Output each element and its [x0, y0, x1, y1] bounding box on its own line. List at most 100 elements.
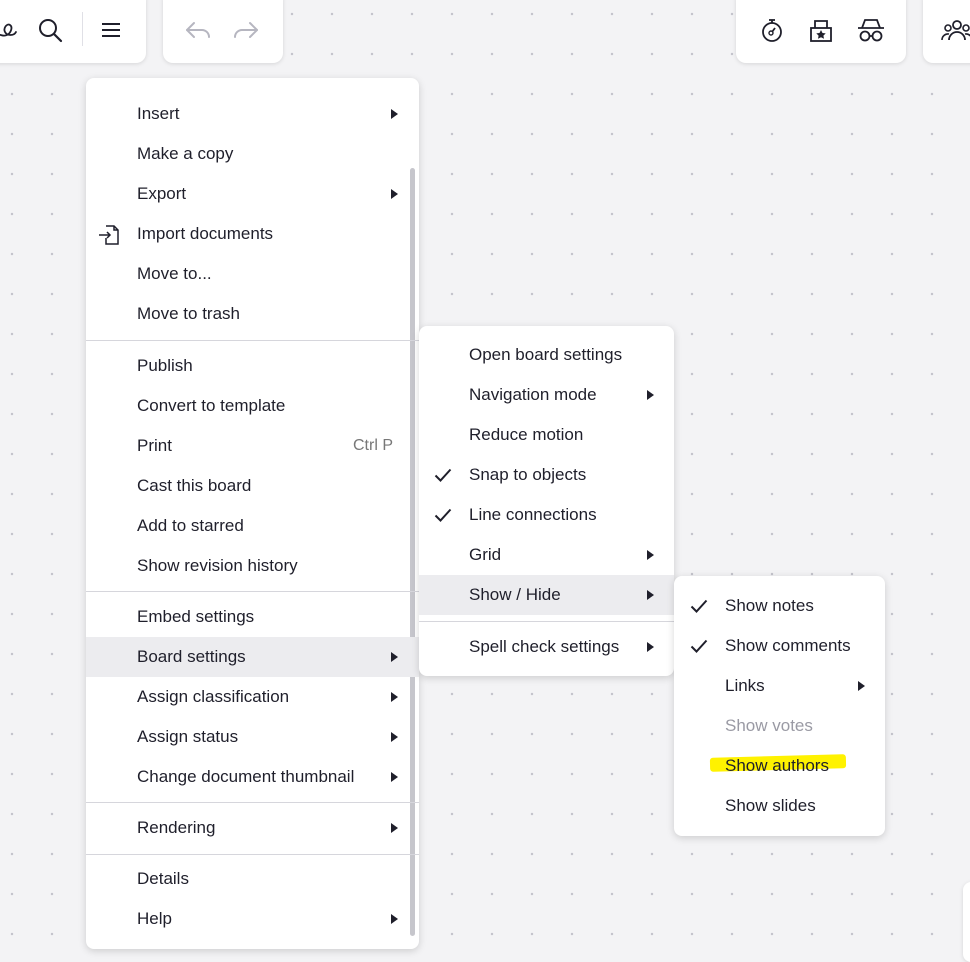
menu-item-make-a-copy[interactable]: Make a copy: [86, 134, 419, 174]
menu-item-label: Grid: [469, 545, 502, 564]
submenu-arrow-icon: [391, 189, 398, 199]
menu-item-label: Open board settings: [469, 345, 623, 364]
menu-item-label: Snap to objects: [469, 465, 587, 484]
menu-item-label: Show revision history: [137, 556, 298, 575]
main-menu: Insert Make a copy Export Import documen…: [86, 78, 419, 949]
menu-item-label: Publish: [137, 356, 193, 375]
menu-item-label: Show slides: [725, 796, 816, 815]
submenu-arrow-icon: [391, 823, 398, 833]
menu-item-label: Spell check settings: [469, 637, 620, 656]
menu-item-embed-settings[interactable]: Embed settings: [86, 597, 419, 637]
menu-item-label: Move to...: [137, 264, 212, 283]
search-icon[interactable]: [32, 12, 68, 48]
menu-item-snap-to-objects[interactable]: Snap to objects: [419, 455, 674, 495]
menu-item-label: Reduce motion: [469, 425, 584, 444]
brush-icon[interactable]: [0, 12, 22, 48]
timer-icon[interactable]: [754, 12, 790, 48]
menu-item-label: Assign status: [137, 727, 239, 746]
menu-item-label: Print: [137, 436, 172, 455]
menu-item-show-comments[interactable]: Show comments: [674, 626, 885, 666]
menu-item-label: Links: [725, 676, 765, 695]
collaboration-tools-toolbar: [736, 0, 906, 63]
menu-divider: [86, 591, 419, 592]
submenu-arrow-icon: [647, 642, 654, 652]
submenu-arrow-icon: [391, 732, 398, 742]
minimap-panel-edge: [963, 882, 970, 962]
undo-icon[interactable]: [181, 12, 215, 48]
menu-item-import-documents[interactable]: Import documents: [86, 214, 419, 254]
menu-item-print[interactable]: Print Ctrl P: [86, 426, 419, 466]
redo-icon[interactable]: [229, 12, 263, 48]
menu-item-spell-check-settings[interactable]: Spell check settings: [419, 627, 674, 667]
menu-item-export[interactable]: Export: [86, 174, 419, 214]
submenu-arrow-icon: [647, 550, 654, 560]
menu-item-label: Show votes: [725, 716, 813, 735]
menu-divider: [419, 621, 674, 622]
private-mode-icon[interactable]: [853, 12, 889, 48]
check-icon: [690, 638, 708, 659]
menu-item-show-hide[interactable]: Show / Hide: [419, 575, 674, 615]
menu-item-move-to[interactable]: Move to...: [86, 254, 419, 294]
menu-item-insert[interactable]: Insert: [86, 94, 419, 134]
menu-item-label: Show notes: [725, 596, 814, 615]
menu-item-change-document-thumbnail[interactable]: Change document thumbnail: [86, 757, 419, 797]
menu-item-show-authors[interactable]: Show authors: [674, 746, 885, 786]
menu-item-publish[interactable]: Publish: [86, 346, 419, 386]
menu-item-label: Board settings: [137, 647, 246, 666]
menu-item-convert-to-template[interactable]: Convert to template: [86, 386, 419, 426]
menu-item-show-slides[interactable]: Show slides: [674, 786, 885, 826]
menu-item-label: Move to trash: [137, 304, 240, 323]
toolbar-divider: [82, 12, 83, 46]
menu-item-show-revision-history[interactable]: Show revision history: [86, 546, 419, 586]
menu-item-assign-status[interactable]: Assign status: [86, 717, 419, 757]
menu-divider: [86, 854, 419, 855]
menu-item-label: Import documents: [137, 224, 274, 243]
submenu-arrow-icon: [391, 652, 398, 662]
menu-item-board-settings[interactable]: Board settings: [86, 637, 419, 677]
menu-item-links[interactable]: Links: [674, 666, 885, 706]
menu-divider: [86, 340, 419, 341]
submenu-arrow-icon: [647, 590, 654, 600]
menu-item-show-notes[interactable]: Show notes: [674, 586, 885, 626]
menu-item-open-board-settings[interactable]: Open board settings: [419, 335, 674, 375]
menu-item-help[interactable]: Help: [86, 899, 419, 939]
menu-item-navigation-mode[interactable]: Navigation mode: [419, 375, 674, 415]
users-icon[interactable]: [939, 12, 970, 48]
menu-item-label: Make a copy: [137, 144, 234, 163]
menu-item-label: Show / Hide: [469, 585, 561, 604]
submenu-arrow-icon: [391, 772, 398, 782]
check-icon: [434, 507, 452, 528]
import-icon: [96, 222, 122, 248]
menu-item-details[interactable]: Details: [86, 859, 419, 899]
menu-icon[interactable]: [93, 12, 129, 48]
check-icon: [690, 598, 708, 619]
menu-item-label: Show authors: [725, 756, 829, 775]
menu-item-line-connections[interactable]: Line connections: [419, 495, 674, 535]
collaborators-toolbar: [923, 0, 970, 63]
main-toolbar: [0, 0, 146, 63]
submenu-arrow-icon: [391, 914, 398, 924]
menu-item-label: Cast this board: [137, 476, 252, 495]
menu-item-label: Embed settings: [137, 607, 255, 626]
menu-item-label: Line connections: [469, 505, 597, 524]
menu-item-label: Show comments: [725, 636, 851, 655]
menu-item-label: Add to starred: [137, 516, 244, 535]
voting-icon[interactable]: [803, 12, 839, 48]
menu-item-grid[interactable]: Grid: [419, 535, 674, 575]
menu-item-reduce-motion[interactable]: Reduce motion: [419, 415, 674, 455]
menu-item-label: Change document thumbnail: [137, 767, 355, 786]
menu-item-label: Help: [137, 909, 172, 928]
board-settings-submenu: Open board settings Navigation mode Redu…: [419, 326, 674, 676]
menu-item-assign-classification[interactable]: Assign classification: [86, 677, 419, 717]
history-toolbar: [163, 0, 283, 63]
menu-item-cast-this-board[interactable]: Cast this board: [86, 466, 419, 506]
menu-item-add-to-starred[interactable]: Add to starred: [86, 506, 419, 546]
submenu-arrow-icon: [858, 681, 865, 691]
menu-item-label: Navigation mode: [469, 385, 597, 404]
menu-item-label: Insert: [137, 104, 180, 123]
submenu-arrow-icon: [391, 109, 398, 119]
shortcut-label: Ctrl P: [353, 437, 393, 454]
menu-item-show-votes: Show votes: [674, 706, 885, 746]
menu-item-move-to-trash[interactable]: Move to trash: [86, 294, 419, 334]
menu-item-rendering[interactable]: Rendering: [86, 808, 419, 848]
